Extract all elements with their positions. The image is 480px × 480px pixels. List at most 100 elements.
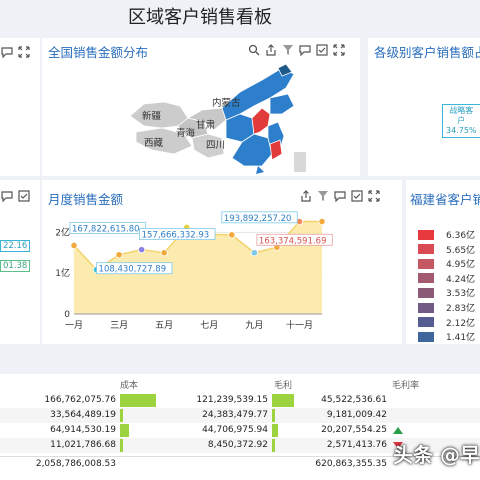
fujian-panel-title: 福建省客户销 (410, 192, 480, 207)
filter-icon[interactable] (317, 190, 329, 202)
cost-cell: 24,383,479.77 (202, 410, 268, 420)
left-value-2: 01.38 (0, 260, 31, 272)
map-label-gansu: 甘肃 (196, 119, 215, 131)
comment-icon[interactable] (1, 190, 13, 202)
legend-swatch (418, 287, 434, 298)
legend-item[interactable]: 2.12亿 (418, 316, 475, 329)
col-header-cost: 成本 (120, 381, 139, 391)
legend-label: 2.83亿 (446, 304, 476, 314)
map-label-xizang: 西藏 (144, 137, 164, 149)
data-point (160, 249, 168, 257)
filter-icon[interactable] (282, 44, 294, 56)
badge-value: 34.75% (446, 126, 477, 135)
checkbox-icon[interactable] (18, 190, 30, 202)
legend-swatch (418, 273, 434, 284)
legend-item[interactable]: 5.65亿 (418, 243, 475, 256)
legend-swatch (418, 331, 434, 342)
map-panel-title: 全国销售金额分布 (48, 45, 149, 60)
legend-item[interactable]: 3.53亿 (418, 286, 475, 299)
legend-swatch (418, 317, 434, 328)
checkbox-icon[interactable] (316, 44, 328, 56)
cost-cell: 44,706,975.94 (202, 425, 268, 435)
checkbox-icon[interactable] (351, 190, 363, 202)
amount-cell: 33,564,489.19 (50, 410, 116, 420)
left-mid-panel: 22.16 01.38 (0, 180, 40, 344)
legend-label: 6.36亿 (446, 231, 476, 241)
legend-swatch (418, 258, 434, 269)
legend-label: 5.65亿 (446, 245, 476, 256)
x-tick-label: 一月 (65, 320, 83, 331)
x-tick-label: 五月 (155, 320, 173, 331)
profit-cell: 2,571,413.76 (326, 440, 387, 450)
profit-cell: 20,207,554.25 (321, 425, 387, 435)
map-label-sichuan: 四川 (206, 140, 225, 151)
cost-bar (120, 439, 123, 452)
legend-item[interactable]: 2.83亿 (418, 301, 475, 314)
export-icon[interactable] (300, 190, 312, 202)
profit-bar (272, 439, 275, 452)
search-icon[interactable] (248, 44, 260, 56)
legend-label: 4.95亿 (446, 260, 476, 271)
profit-bar (272, 409, 275, 422)
col-header-margin: 毛利率 (392, 381, 420, 391)
watermark: 头条 @早 (393, 443, 480, 467)
y-tick-label: 1亿 (55, 267, 70, 279)
legend-item[interactable]: 4.24亿 (418, 272, 475, 285)
expand-icon[interactable] (368, 190, 380, 202)
china-map[interactable]: 新疆 青海 西藏 甘肃 四川 内蒙古 (122, 62, 322, 174)
data-point (138, 246, 146, 254)
legend-item[interactable]: 1.41亿 (418, 330, 475, 343)
data-label: 163,374,591.69 (259, 236, 327, 246)
comment-icon[interactable] (299, 44, 311, 56)
total-amount-cell: 2,058,786,008.53 (35, 459, 116, 469)
x-tick-label: 三月 (110, 320, 128, 331)
map-panel: 全国销售金额分布 新疆 青海 西藏 甘肃 四川 内蒙古 (42, 38, 360, 176)
table-row[interactable]: 64,914,530.19 44,706,975.94 20,207,554.25 (0, 423, 480, 438)
amount-cell: 11,021,786.68 (50, 440, 116, 450)
table-row[interactable]: 166,762,075.76 121,239,539.15 45,522,536.6… (0, 393, 480, 408)
dashboard: 区域客户销售看板 全国销售金额分布 新疆 青海 西藏 甘肃 四川 内蒙古 各级别… (0, 0, 480, 480)
total-profit-cell: 620,863,355.35 (315, 459, 387, 469)
monthly-sales-chart[interactable]: 0 1亿 2亿一月 三月 五月 七月 九月 十一月 167,822,615.80 108,430,… (42, 206, 402, 344)
export-icon[interactable] (265, 44, 277, 56)
left-top-panel (0, 38, 40, 176)
legend-label: 2.12亿 (446, 318, 476, 329)
map-label-neimenggu: 内蒙古 (212, 97, 241, 109)
legend-item[interactable]: 6.36亿 (418, 228, 475, 241)
y-tick-label: 2亿 (55, 226, 70, 238)
table-row[interactable]: 33,564,489.19 24,383,479.77 9,181,009.42 (0, 408, 480, 423)
legend-label: 4.24亿 (446, 274, 476, 285)
amount-cell: 166,762,075.76 (44, 395, 116, 405)
profit-cell: 9,181,009.42 (326, 410, 387, 420)
y-tick-label: 0 (64, 310, 70, 320)
data-point (250, 249, 258, 257)
data-point (115, 251, 123, 259)
comment-icon[interactable] (334, 190, 346, 202)
map-label-xinjiang: 新疆 (142, 110, 162, 122)
data-point (228, 231, 236, 239)
cost-bar (120, 409, 123, 422)
up-arrow-icon (393, 427, 403, 434)
data-point (318, 217, 326, 226)
comment-icon[interactable] (1, 46, 13, 58)
data-point (70, 241, 78, 250)
data-label: 157,666,332.93 (142, 231, 210, 241)
level-panel: 各级别客户销售额占 战略客户 34.75% (368, 38, 480, 176)
expand-icon[interactable] (333, 44, 345, 56)
data-label: 167,822,615.80 (72, 224, 140, 234)
legend-label: 3.53亿 (446, 289, 476, 300)
badge-label: 战略客户 (449, 106, 474, 125)
amount-cell: 64,914,530.19 (50, 425, 116, 435)
strategic-customer-badge: 战略客户 34.75% (442, 104, 480, 138)
legend-item[interactable]: 4.95亿 (418, 257, 475, 270)
monthly-panel: 月度销售金额 0 1亿 2亿 一月 三月 五月 七月 九月 十一月 167,822,615.80 1… (42, 180, 402, 344)
data-label: 108,430,727.89 (99, 265, 167, 275)
map-label-qinghai: 青海 (176, 127, 196, 139)
x-tick-label: 七月 (200, 320, 218, 331)
expand-icon[interactable] (18, 46, 30, 58)
col-header-profit: 毛利 (274, 381, 293, 391)
level-panel-title: 各级别客户销售额占 (374, 45, 480, 60)
legend-swatch (418, 229, 434, 240)
legend-swatch (418, 244, 434, 255)
data-label: 193,892,257.20 (224, 214, 292, 224)
